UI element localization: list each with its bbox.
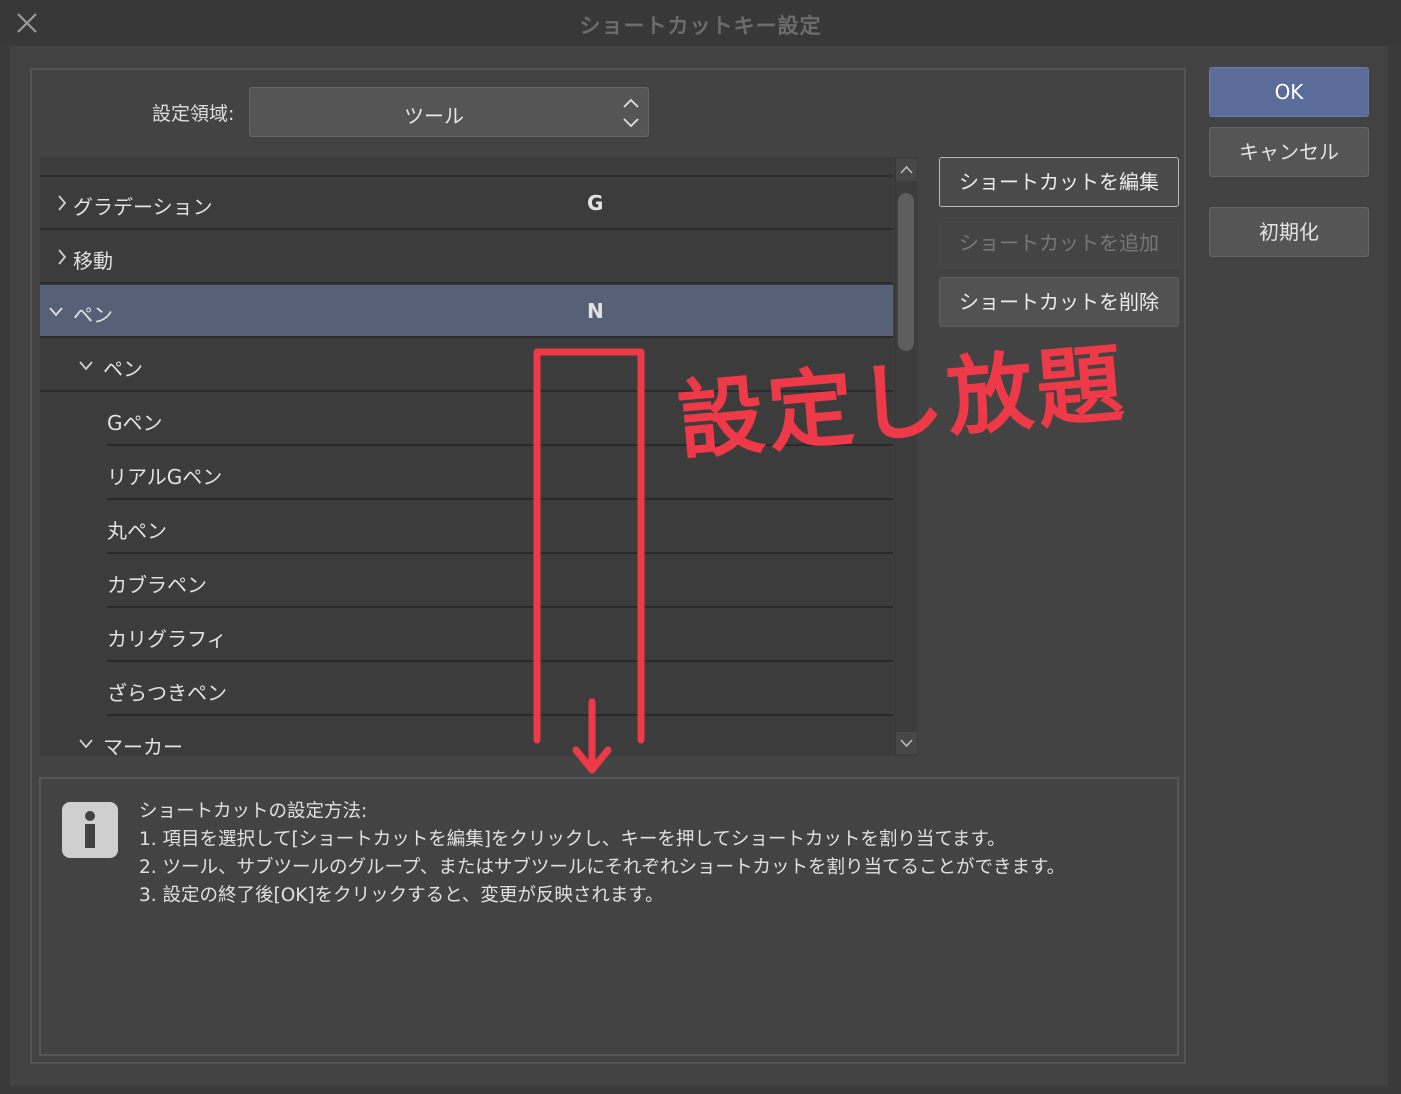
settings-area-select[interactable]: ツール <box>249 87 649 137</box>
settings-area-value: ツール <box>404 104 464 128</box>
tree-row-calligraphy[interactable]: カリグラフィ <box>107 609 893 662</box>
add-shortcut-button[interactable]: ショートカットを追加 <box>939 218 1179 268</box>
info-text: ショートカットの設定方法: 1. 項目を選択して[ショートカットを編集]をクリッ… <box>139 798 1129 910</box>
tree-row-label: ざらつきペン <box>107 681 227 705</box>
tree-row-gradation[interactable]: グラデーション G <box>40 177 893 230</box>
chevron-right-icon[interactable] <box>54 192 70 214</box>
chevron-right-icon[interactable] <box>54 246 70 268</box>
tree-top-divider <box>40 157 893 177</box>
tree-row-maru-pen[interactable]: 丸ペン <box>107 501 893 554</box>
info-line-3: 3. 設定の終了後[OK]をクリックすると、変更が反映されます。 <box>139 885 664 906</box>
ok-button[interactable]: OK <box>1209 67 1369 117</box>
info-line-2: 2. ツール、サブツールのグループ、またはサブツールにそれぞれショートカットを割… <box>139 857 1066 878</box>
tree-row-label: マーカー <box>103 735 183 756</box>
tree-row-label: リアルGペン <box>107 465 223 489</box>
info-heading: ショートカットの設定方法: <box>139 801 368 822</box>
updown-chevron-icon <box>623 98 639 128</box>
tree-row-label: ペン <box>103 357 143 381</box>
reset-button[interactable]: 初期化 <box>1209 207 1369 257</box>
info-icon <box>62 802 118 858</box>
chevron-down-icon[interactable] <box>48 300 64 322</box>
tree-row-label: 移動 <box>73 249 113 273</box>
scroll-thumb[interactable] <box>898 193 914 351</box>
tree-row-label: グラデーション <box>73 195 213 219</box>
tree-row-key: G <box>587 191 604 215</box>
chevron-down-icon <box>900 739 913 748</box>
tree-row-rough-pen[interactable]: ざらつきペン <box>107 663 893 716</box>
info-line-1: 1. 項目を選択して[ショートカットを編集]をクリックし、キーを押してショートカ… <box>139 829 1006 850</box>
tree-row-label: 丸ペン <box>107 519 167 543</box>
tree-row-label: カリグラフィ <box>107 627 227 651</box>
tree-row-label: ペン <box>73 303 113 327</box>
edit-shortcut-button[interactable]: ショートカットを編集 <box>939 157 1179 207</box>
chevron-down-icon[interactable] <box>78 732 94 754</box>
cancel-button[interactable]: キャンセル <box>1209 127 1369 177</box>
tree-row-move[interactable]: 移動 <box>40 231 893 284</box>
tree-row-pen-group[interactable]: ペン N <box>40 285 893 338</box>
tree-row-label: Gペン <box>107 411 163 435</box>
scroll-up-button[interactable] <box>896 159 917 181</box>
tree-row-kabura-pen[interactable]: カブラペン <box>107 555 893 608</box>
chevron-down-icon[interactable] <box>78 354 94 376</box>
tree-row-marker[interactable]: マーカー <box>40 717 893 756</box>
title-bar: ショートカットキー設定 <box>0 0 1401 46</box>
chevron-up-icon <box>900 165 913 174</box>
settings-area-label: 設定領域: <box>152 103 235 125</box>
tree-row-key: N <box>587 299 604 323</box>
scroll-down-button[interactable] <box>896 732 917 754</box>
window-title: ショートカットキー設定 <box>579 14 822 38</box>
tree-row-label: カブラペン <box>107 573 207 597</box>
